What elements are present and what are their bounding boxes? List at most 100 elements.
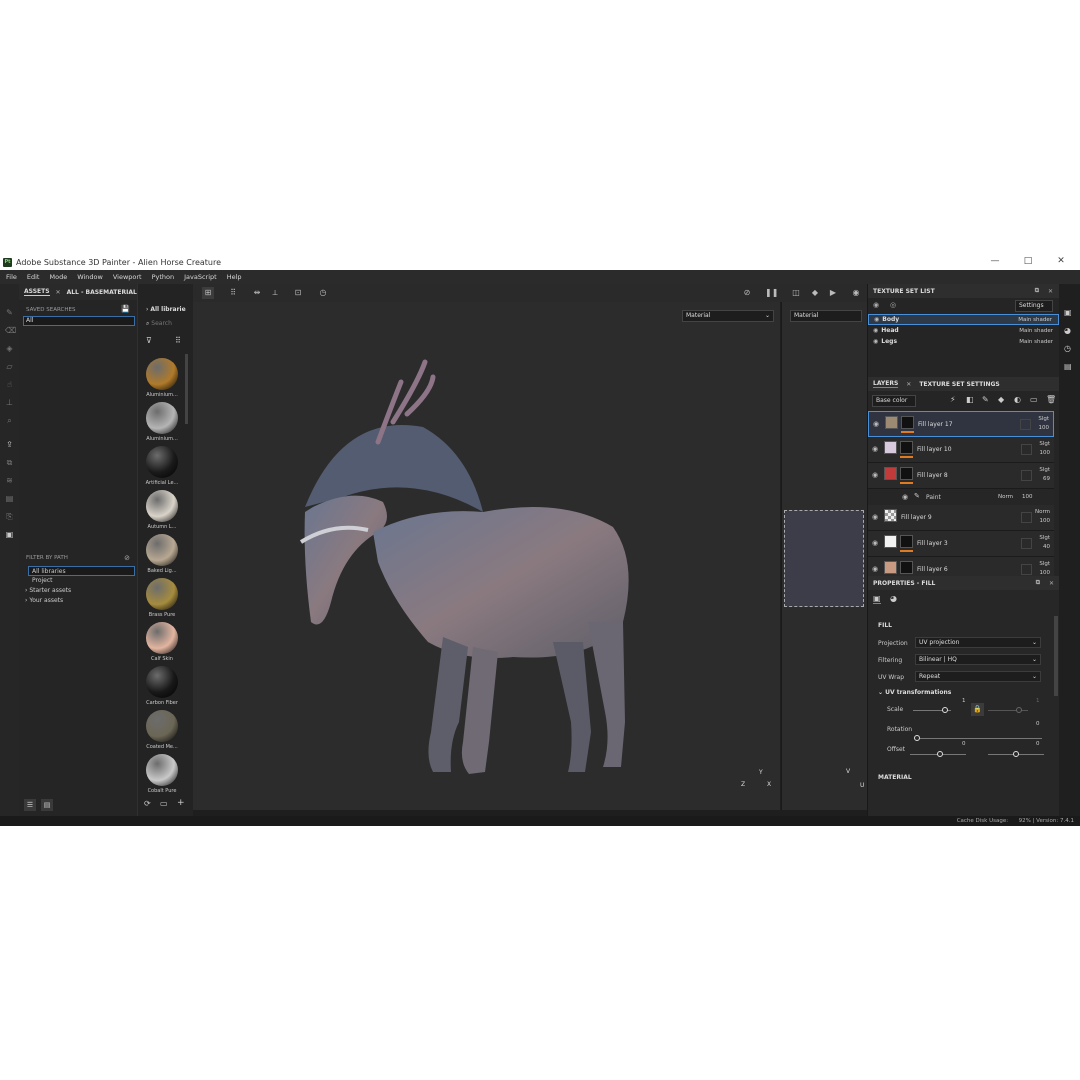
polygon-fill-icon[interactable]: ▱ bbox=[5, 362, 14, 371]
layer-mask-slot[interactable] bbox=[1021, 512, 1032, 523]
add-paint-layer-icon[interactable]: ✎ bbox=[982, 395, 989, 404]
menu-help[interactable]: Help bbox=[227, 273, 242, 281]
eraser-icon[interactable]: ⌫ bbox=[5, 326, 16, 335]
layer-mask-slot[interactable] bbox=[1021, 470, 1032, 481]
texture-set-legs[interactable]: ◉ Legs Main shader bbox=[868, 336, 1059, 347]
history-icon[interactable]: ◷ bbox=[317, 287, 329, 299]
menu-javascript[interactable]: JavaScript bbox=[184, 273, 217, 281]
frame-icon[interactable]: ⊡ bbox=[292, 287, 304, 299]
settings-select[interactable]: Settings bbox=[1015, 300, 1053, 312]
layer-blend[interactable]: Slgt 40 bbox=[1039, 534, 1050, 552]
add-fill-layer-icon[interactable]: ◆ bbox=[998, 395, 1004, 404]
material-item[interactable]: Cobalt Pure bbox=[142, 754, 182, 794]
rotation-slider[interactable] bbox=[918, 738, 1042, 739]
scale-slider-2[interactable] bbox=[988, 710, 1028, 711]
expand-icon[interactable]: › bbox=[25, 587, 27, 594]
layer-opacity[interactable]: 100 bbox=[1039, 449, 1051, 458]
mask-thumbnail[interactable] bbox=[901, 416, 914, 429]
camera-icon[interactable]: ▶ bbox=[827, 287, 839, 299]
layer-mask-slot[interactable] bbox=[1021, 444, 1032, 455]
grid-view-icon[interactable]: ▤ bbox=[41, 799, 53, 811]
eye-icon[interactable]: ◉ bbox=[872, 445, 878, 453]
split-view-icon[interactable]: ⠿ bbox=[227, 287, 239, 299]
material-search[interactable]: ⌕ Search bbox=[146, 320, 172, 328]
scrollbar[interactable] bbox=[185, 354, 188, 424]
close-icon[interactable]: ✕ bbox=[906, 381, 911, 388]
blend-mode[interactable]: Norm bbox=[1035, 508, 1050, 517]
uvwrap-select[interactable]: Repeat ⌄ bbox=[915, 671, 1041, 682]
uv-mode-select[interactable]: Material bbox=[790, 310, 862, 322]
rotation-knob[interactable] bbox=[914, 735, 920, 741]
delete-icon[interactable]: 🗑 bbox=[1046, 395, 1056, 404]
eye-icon[interactable]: ◉ bbox=[902, 493, 908, 501]
paint-sublayer[interactable]: ◉ ✎ Paint Norm 100 bbox=[868, 489, 1054, 505]
path-your-assets[interactable]: › Your assets bbox=[19, 596, 137, 606]
material-item[interactable]: Artificial Le... bbox=[142, 446, 182, 486]
eye-icon[interactable]: ◉ bbox=[872, 565, 878, 573]
view-mode-icon[interactable]: ◫ bbox=[790, 287, 802, 299]
texture-set-head[interactable]: ◉ Head Main shader bbox=[868, 325, 1059, 336]
screenshot-icon[interactable]: ◉ bbox=[850, 287, 862, 299]
filtering-select[interactable]: Bilinear | HQ ⌄ bbox=[915, 654, 1041, 665]
list-view-icon[interactable]: ☰ bbox=[24, 799, 36, 811]
clone-stamp-icon[interactable]: ⊥ bbox=[5, 398, 14, 407]
properties-scrollbar[interactable] bbox=[1054, 616, 1058, 696]
layer-blend[interactable]: Slgt 100 bbox=[1039, 440, 1050, 458]
layer-row[interactable]: ◉ Fill layer 8 Slgt 69 bbox=[868, 463, 1054, 489]
layer-opacity[interactable]: 40 bbox=[1039, 543, 1050, 552]
material-item[interactable]: Aluminium... bbox=[142, 358, 182, 398]
menu-viewport[interactable]: Viewport bbox=[113, 273, 142, 281]
add-effect-icon[interactable]: ⚡ bbox=[950, 395, 956, 404]
material-item[interactable]: Aluminium... bbox=[142, 402, 182, 442]
material-item[interactable]: Autumn L... bbox=[142, 490, 182, 530]
tab-assets[interactable]: ASSETS bbox=[24, 288, 50, 296]
projection-icon[interactable]: ◈ bbox=[5, 344, 14, 353]
add-smart-material-icon[interactable]: ◐ bbox=[1014, 395, 1021, 404]
layer-mask-slot[interactable] bbox=[1021, 538, 1032, 549]
folder-icon[interactable]: ▭ bbox=[160, 799, 168, 808]
sublayer-opacity[interactable]: 100 bbox=[1022, 494, 1033, 500]
eye-icon[interactable]: ◎ bbox=[890, 301, 896, 309]
maximize-button[interactable]: □ bbox=[1013, 256, 1043, 266]
blend-mode[interactable]: Slgt bbox=[1038, 415, 1049, 424]
blend-mode[interactable]: Slgt bbox=[1039, 560, 1050, 569]
material-item[interactable]: Calf Skin bbox=[142, 622, 182, 662]
close-icon[interactable]: ✕ bbox=[1049, 580, 1054, 587]
refresh-icon[interactable]: ⟳ bbox=[144, 799, 151, 808]
blend-mode[interactable]: Slgt bbox=[1039, 440, 1050, 449]
menu-edit[interactable]: Edit bbox=[27, 273, 40, 281]
mask-thumbnail[interactable] bbox=[900, 441, 913, 454]
menu-python[interactable]: Python bbox=[152, 273, 175, 281]
save-search-icon[interactable]: 💾 bbox=[121, 305, 130, 313]
visibility-off-icon[interactable]: ⊘ bbox=[741, 287, 753, 299]
uv-layout[interactable] bbox=[784, 510, 864, 607]
texture-set-body[interactable]: ◉ Body Main shader bbox=[868, 314, 1059, 325]
paint-brush-icon[interactable]: ✎ bbox=[5, 308, 14, 317]
offset-knob-1[interactable] bbox=[937, 751, 943, 757]
layer-row[interactable]: ◉ Fill layer 9 Norm 100 bbox=[868, 505, 1054, 531]
layer-mask-slot[interactable] bbox=[1021, 564, 1032, 575]
channel-select[interactable]: Base color bbox=[872, 395, 916, 407]
material-item[interactable]: Coated Me... bbox=[142, 710, 182, 750]
shader-settings-icon[interactable]: ◕ bbox=[1064, 326, 1071, 335]
layer-blend[interactable]: Slgt 100 bbox=[1038, 415, 1049, 433]
eye-icon[interactable]: ◉ bbox=[873, 327, 878, 334]
document-icon[interactable]: ▣ bbox=[5, 530, 14, 539]
eye-icon[interactable]: ◉ bbox=[872, 471, 878, 479]
layer-stack-icon[interactable]: ≋ bbox=[5, 476, 14, 485]
fill-properties-icon[interactable]: ▣ bbox=[873, 594, 881, 604]
shelf-icon[interactable]: ▤ bbox=[5, 494, 14, 503]
maximize-icon[interactable]: ⧉ bbox=[1036, 579, 1040, 587]
symmetry-icon[interactable]: ⇹ bbox=[251, 287, 263, 299]
eye-icon[interactable]: ◉ bbox=[874, 316, 879, 323]
mask-thumbnail[interactable] bbox=[900, 467, 913, 480]
mask-thumbnail[interactable] bbox=[900, 535, 913, 548]
viewport-2d[interactable]: Material V U bbox=[781, 302, 867, 810]
hide-icon[interactable]: ⊘ bbox=[124, 554, 130, 562]
lock-icon[interactable]: 🔒 bbox=[971, 703, 984, 716]
blend-mode[interactable]: Slgt bbox=[1039, 534, 1050, 543]
scale-knob-2[interactable] bbox=[1016, 707, 1022, 713]
layer-blend[interactable]: Slgt 69 bbox=[1039, 466, 1050, 484]
render-mode-icon[interactable]: ◆ bbox=[809, 287, 821, 299]
layer-opacity[interactable]: 69 bbox=[1039, 475, 1050, 484]
